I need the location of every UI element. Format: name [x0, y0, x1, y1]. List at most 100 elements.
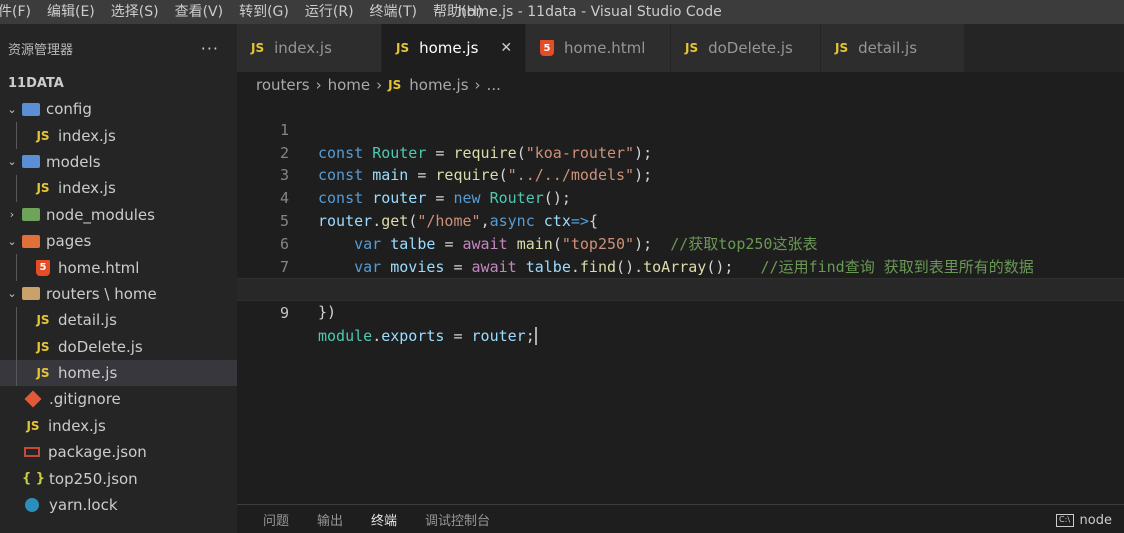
- tree-file-gitignore[interactable]: .gitignore: [0, 386, 237, 412]
- tree-folder-pages[interactable]: ⌄ pages: [0, 228, 237, 254]
- code-line[interactable]: 4 router.get("/home",async ctx=>{: [237, 164, 1124, 230]
- tree-file-models-index[interactable]: JS index.js: [0, 175, 237, 202]
- folder-models-icon: [22, 155, 40, 169]
- title-bar: 件(F) 编辑(E) 选择(S) 查看(V) 转到(G) 运行(R) 终端(T)…: [0, 0, 1124, 24]
- workspace-root-label: 11DATA: [8, 76, 64, 91]
- code-line[interactable]: 2 const main = require("../../models");: [237, 119, 1124, 185]
- indent-guide: [16, 175, 17, 202]
- menu-run[interactable]: 运行(R): [297, 0, 362, 24]
- tab-detail-js[interactable]: JS detail.js: [821, 24, 965, 72]
- code-line[interactable]: 3 const router = new Router();: [237, 142, 1124, 207]
- terminal-name: node: [1079, 513, 1112, 528]
- menu-file[interactable]: 件(F): [0, 0, 39, 24]
- tree-file-home-html[interactable]: 5 home.html: [0, 254, 237, 281]
- code-line-current[interactable]: 9 module.exports = router;: [237, 278, 1124, 346]
- tab-label: detail.js: [858, 39, 918, 57]
- code-line[interactable]: 5 var talbe = await main("top250"); //获取…: [237, 187, 1124, 253]
- menu-selection[interactable]: 选择(S): [103, 0, 167, 24]
- tab-dodelete-js[interactable]: JS doDelete.js: [671, 24, 821, 72]
- tree-item-label: config: [46, 100, 92, 119]
- tree-file-package-json[interactable]: package.json: [0, 439, 237, 465]
- breadcrumb: routers › home › JS home.js › ...: [237, 72, 1124, 98]
- chevron-down-icon: ⌄: [7, 234, 17, 248]
- tree-file-root-index[interactable]: JS index.js: [0, 413, 237, 439]
- tree-folder-models[interactable]: ⌄ models: [0, 149, 237, 175]
- terminal-selector[interactable]: C:\ node: [1055, 513, 1112, 528]
- panel-tab-terminal[interactable]: 终端: [371, 510, 397, 529]
- code-line[interactable]: 1 const Router = require("koa-router");: [237, 96, 1124, 162]
- close-icon[interactable]: ✕: [500, 40, 512, 56]
- tab-home-js[interactable]: JS home.js ✕: [382, 24, 526, 72]
- js-file-icon: JS: [36, 313, 50, 328]
- js-file-icon: JS: [36, 181, 50, 196]
- tab-label: home.html: [564, 39, 646, 57]
- chevron-right-icon: ›: [315, 76, 322, 94]
- bottom-panel: 问题 输出 终端 调试控制台 C:\ node: [237, 504, 1124, 533]
- tree-item-label: detail.js: [58, 311, 117, 330]
- menu-go[interactable]: 转到(G): [231, 0, 297, 24]
- code-text: module.exports = router;: [318, 326, 537, 346]
- panel-tab-problems[interactable]: 问题: [263, 510, 289, 529]
- menu-terminal[interactable]: 终端(T): [362, 0, 425, 24]
- tab-home-html[interactable]: 5 home.html: [526, 24, 671, 72]
- chevron-right-icon: ›: [9, 208, 15, 222]
- explorer-header: 资源管理器 ···: [0, 24, 237, 72]
- breadcrumb-segment[interactable]: home.js: [409, 76, 468, 94]
- menu-help[interactable]: 帮助(H): [425, 0, 490, 24]
- tree-folder-config[interactable]: ⌄ config: [0, 96, 237, 122]
- code-line[interactable]: 8 }): [237, 256, 1124, 321]
- more-actions-icon[interactable]: ···: [201, 39, 219, 58]
- tree-file-home-js[interactable]: JS home.js: [0, 359, 237, 387]
- js-file-icon: JS: [251, 41, 265, 55]
- tree-item-label: .gitignore: [49, 390, 121, 409]
- npm-package-icon: [24, 447, 40, 458]
- text-cursor: [534, 327, 537, 346]
- tree-item-label: doDelete.js: [58, 337, 143, 356]
- tree-file-yarn-lock[interactable]: yarn.lock: [0, 492, 237, 518]
- tab-label: doDelete.js: [708, 39, 793, 57]
- js-file-icon: JS: [36, 128, 50, 143]
- tree-item-label: home.js: [58, 364, 118, 383]
- line-number: 9: [279, 304, 289, 323]
- indent-guide: [16, 307, 17, 334]
- indent-guide: [16, 333, 17, 360]
- menu-view[interactable]: 查看(V): [167, 0, 232, 24]
- tab-index-js[interactable]: JS index.js: [237, 24, 382, 72]
- indent-guide: [16, 254, 17, 281]
- tree-file-detail[interactable]: JS detail.js: [0, 307, 237, 334]
- tab-label: index.js: [274, 39, 332, 57]
- breadcrumb-segment[interactable]: ...: [487, 76, 501, 94]
- panel-tab-debug-console[interactable]: 调试控制台: [425, 510, 490, 529]
- tree-file-dodelete[interactable]: JS doDelete.js: [0, 333, 237, 360]
- indent-guide: [16, 359, 17, 387]
- workspace-root[interactable]: 11DATA: [0, 72, 237, 96]
- html5-icon: 5: [36, 259, 50, 276]
- code-line[interactable]: 7 await ctx.render("home",{movies}) //把m…: [237, 233, 1124, 299]
- tree-item-label: index.js: [48, 416, 106, 435]
- explorer-sidebar: 资源管理器 ··· 11DATA ⌄ config JS index.js ⌄ …: [0, 24, 237, 533]
- breadcrumb-segment[interactable]: home: [328, 76, 371, 94]
- js-file-icon: JS: [26, 418, 40, 433]
- breadcrumb-segment[interactable]: routers: [256, 76, 310, 94]
- folder-pages-icon: [22, 234, 40, 248]
- yarn-icon: [25, 498, 39, 513]
- terminal-icon: C:\: [1055, 514, 1074, 527]
- tree-item-label: package.json: [48, 443, 147, 462]
- tree-item-label: yarn.lock: [49, 496, 118, 515]
- code-line[interactable]: 6 var movies = await talbe.find().toArra…: [237, 210, 1124, 276]
- code-editor[interactable]: 1 const Router = require("koa-router"); …: [237, 96, 1124, 504]
- tree-item-label: routers \ home: [46, 284, 157, 303]
- panel-tab-output[interactable]: 输出: [317, 510, 343, 529]
- js-file-icon: JS: [685, 41, 699, 55]
- tree-folder-node-modules[interactable]: › node_modules: [0, 202, 237, 228]
- menu-edit[interactable]: 编辑(E): [39, 0, 103, 24]
- tab-label: home.js: [419, 39, 479, 57]
- tree-file-top250-json[interactable]: { } top250.json: [0, 465, 237, 491]
- tree-file-config-index[interactable]: JS index.js: [0, 122, 237, 149]
- html5-icon: 5: [540, 40, 554, 56]
- tree-folder-routers-home[interactable]: ⌄ routers \ home: [0, 281, 237, 307]
- code-text: }): [318, 303, 337, 322]
- js-file-icon: JS: [835, 41, 849, 55]
- git-icon: [24, 390, 42, 408]
- folder-open-icon: [22, 287, 40, 301]
